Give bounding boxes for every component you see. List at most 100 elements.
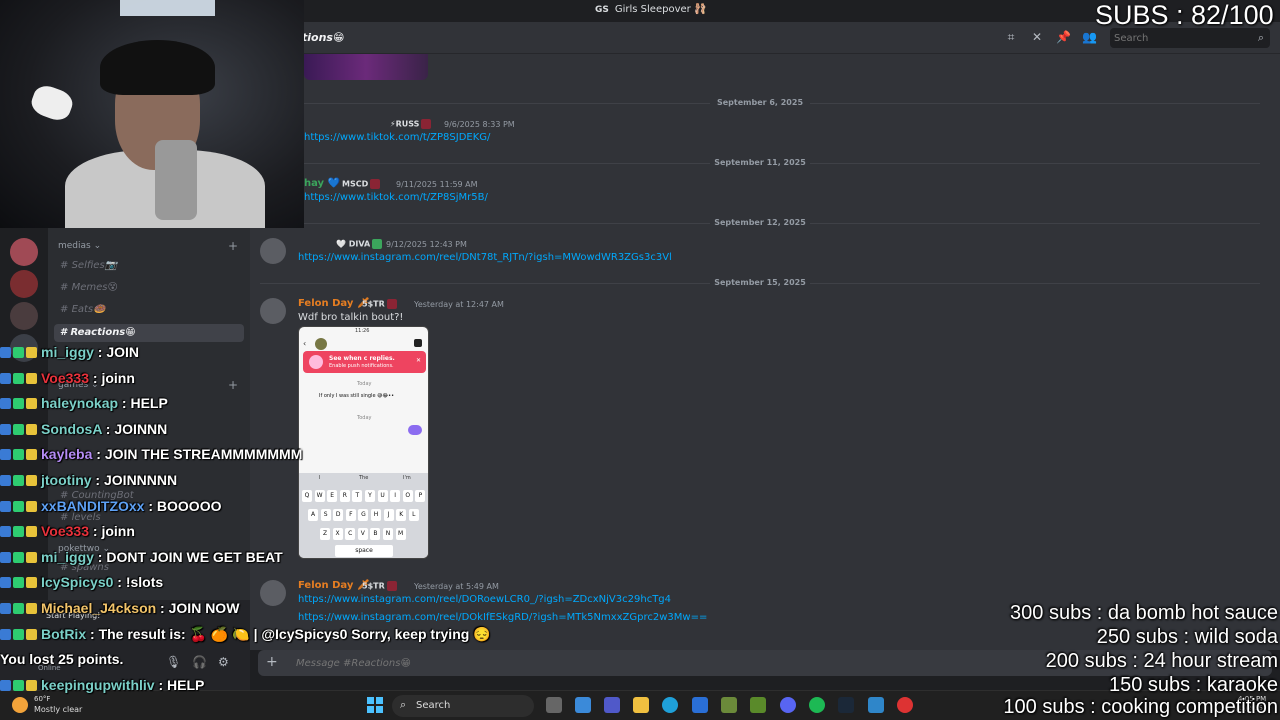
- chat-message: mi_iggy : DONT JOIN WE GET BEAT: [0, 549, 283, 569]
- chat-message: haleynokap : HELP: [0, 395, 168, 415]
- role-tag: 🤍 DIVA: [336, 239, 383, 249]
- chat-text: joinn: [101, 369, 135, 386]
- spotify-icon[interactable]: [809, 697, 825, 713]
- copilot-icon[interactable]: [575, 697, 591, 713]
- chat-badge-icon: [26, 449, 37, 461]
- chat-badge-icon: [0, 500, 11, 512]
- message-timestamp: 9/12/2025 12:43 PM: [386, 240, 467, 249]
- chat-username: keepingupwithliv: [41, 676, 155, 693]
- chat-badge-icon: [0, 372, 11, 384]
- server-icon-2[interactable]: [10, 270, 38, 298]
- server-badge: GS: [595, 5, 609, 15]
- app-icon-2[interactable]: [868, 697, 884, 713]
- app-icon[interactable]: [750, 697, 766, 713]
- sub-goal: 150 subs : karaoke: [1109, 674, 1278, 696]
- chat-username: Michael_J4ckson: [41, 600, 157, 616]
- sub-goal: 250 subs : wild soda: [1096, 626, 1278, 648]
- message-timestamp: 9/6/2025 8:33 PM: [444, 120, 515, 129]
- sub-goal: 200 subs : 24 hour stream: [1045, 650, 1278, 672]
- chat-badge-icon: [0, 603, 11, 614]
- category-medias[interactable]: medias ⌄: [58, 241, 101, 251]
- chat-message: IcySpicys0 : !slots: [0, 574, 163, 594]
- chat-text: JOINNNNN: [104, 472, 178, 488]
- store-icon[interactable]: [692, 697, 708, 713]
- pin-icon[interactable]: 📌: [1056, 30, 1071, 44]
- chat-badge-icon: [13, 500, 24, 512]
- user-avatar[interactable]: [260, 298, 286, 324]
- chat-username: BotRix: [41, 625, 87, 642]
- search-icon: ⌕: [400, 698, 407, 711]
- add-channel-icon[interactable]: +: [228, 239, 238, 253]
- message-author[interactable]: hay 💙: [304, 178, 340, 189]
- chat-message: kayleba : JOIN THE STREAMMMMMMM: [0, 446, 302, 466]
- message-link[interactable]: https://www.tiktok.com/t/ZP8SJDEKG/: [304, 132, 490, 143]
- chat-username: haleynokap: [41, 395, 119, 412]
- chat-badge-icon: [13, 347, 24, 358]
- user-avatar[interactable]: [260, 238, 286, 264]
- server-title-text: Girls Sleepover 🩰: [614, 4, 707, 15]
- channel-selfies[interactable]: # Selfies📷: [60, 260, 117, 271]
- discord-icon[interactable]: [780, 697, 796, 713]
- channel-eats[interactable]: # Eats🍩: [60, 304, 106, 315]
- webcam-background-light: [120, 0, 215, 16]
- message-author[interactable]: [304, 118, 386, 130]
- steam-icon[interactable]: [838, 697, 854, 713]
- taskbar-search[interactable]: ⌕ Search: [392, 695, 534, 717]
- message-author[interactable]: [298, 238, 332, 250]
- chat-text: HELP: [130, 395, 168, 412]
- chat-badge-icon: [0, 398, 11, 410]
- members-icon[interactable]: 👥: [1082, 30, 1097, 44]
- windows-start-icon[interactable]: [367, 697, 383, 713]
- message-link[interactable]: https://www.tiktok.com/t/ZP8SjMr5B/: [304, 192, 488, 203]
- search-box[interactable]: ⌕: [1110, 28, 1270, 48]
- channel-memes[interactable]: # Memes😵: [60, 282, 118, 293]
- message-author[interactable]: Felon Day 🗡: [298, 298, 370, 309]
- role-tag: MSCD: [342, 179, 381, 189]
- chat-badge-icon: [0, 577, 11, 589]
- file-explorer-icon[interactable]: [633, 697, 649, 713]
- subs-counter: SUBS : 82/100: [1095, 0, 1274, 30]
- threads-icon[interactable]: ⌗: [1004, 30, 1018, 44]
- date-divider: September 12, 2025: [260, 218, 1260, 228]
- message-timestamp: Yesterday at 12:47 AM: [414, 300, 504, 309]
- webcam-phone: [155, 140, 197, 220]
- chat-message: xxBANDITZOxx : BOOOOO: [0, 498, 221, 518]
- chat-badge-icon: [0, 347, 11, 358]
- chat-badge-icon: [0, 449, 11, 461]
- server-icon-3[interactable]: [10, 302, 38, 330]
- chat-message: Voe333 : joinn: [0, 370, 135, 390]
- chat-text: You lost 25 points.: [0, 651, 124, 668]
- chat-badge-icon: [13, 372, 24, 384]
- message-link[interactable]: https://www.instagram.com/reel/DNt78t_RJ…: [298, 252, 672, 263]
- chat-badge-icon: [26, 577, 37, 589]
- chat-text: !slots: [125, 574, 164, 591]
- chat-text: JOIN THE STREAMMMMMMM: [104, 446, 303, 463]
- minecraft-icon[interactable]: [721, 697, 737, 713]
- weather-desc[interactable]: Mostly clear: [34, 705, 82, 714]
- chat-badge-icon: [26, 347, 37, 358]
- chat-message: Voe333 : joinn: [0, 523, 135, 543]
- chat-username: mi_iggy: [41, 548, 94, 565]
- role-tag: 5$TR: [362, 299, 397, 309]
- chat-badge-icon: [0, 475, 11, 486]
- chat-badge-icon: [13, 449, 24, 461]
- teams-icon[interactable]: [604, 697, 620, 713]
- task-view-icon[interactable]: [546, 697, 562, 713]
- chat-username: mi_iggy: [41, 344, 94, 360]
- phone-status-bar: 11:26: [355, 328, 370, 334]
- chat-username: SondosA: [41, 420, 102, 437]
- weather-icon[interactable]: [12, 697, 28, 713]
- chat-badge-icon: [26, 679, 37, 691]
- channel-reactions[interactable]: # Reactions😁: [54, 324, 244, 342]
- edge-icon[interactable]: [662, 697, 678, 713]
- search-input[interactable]: [1114, 31, 1244, 45]
- chat-badge-icon: [13, 603, 24, 614]
- chat-message: BotRix : The result is: 🍒 🍊 🍋 | @IcySpic…: [0, 626, 491, 646]
- mute-icon[interactable]: ✕: [1030, 30, 1044, 44]
- embedded-image-strip: [304, 54, 428, 80]
- obs-icon[interactable]: [897, 697, 913, 713]
- message-timestamp: 9/11/2025 11:59 AM: [396, 180, 478, 189]
- chat-badge-icon: [0, 526, 11, 538]
- server-icon-1[interactable]: [10, 238, 38, 266]
- chat-message: mi_iggy : JOIN: [0, 344, 139, 364]
